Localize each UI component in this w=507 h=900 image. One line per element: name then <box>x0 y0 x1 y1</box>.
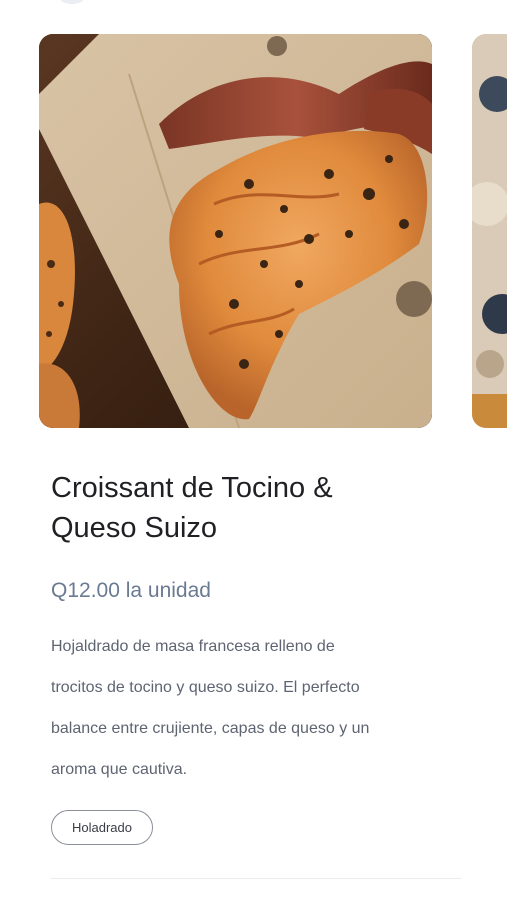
product-image[interactable] <box>39 34 432 428</box>
description-line: aroma que cautiva. <box>51 761 188 778</box>
product-image-carousel[interactable] <box>0 34 507 428</box>
product-page: Croissant de Tocino & Queso Suizo Q12.00… <box>0 0 507 900</box>
product-title: Croissant de Tocino & Queso Suizo <box>51 468 451 548</box>
product-description: Hojaldrado de masa francesa relleno de t… <box>51 626 451 790</box>
description-line: Hojaldrado de masa francesa relleno de <box>51 638 335 655</box>
product-title-line1: Croissant de Tocino & <box>51 472 333 504</box>
croissant-photo <box>39 34 432 428</box>
top-indicator <box>59 0 85 4</box>
product-price: Q12.00 la unidad <box>51 579 211 602</box>
description-line: trocitos de tocino y queso suizo. El per… <box>51 679 360 696</box>
product-title-line2: Queso Suizo <box>51 512 218 544</box>
next-product-image[interactable] <box>472 34 507 428</box>
description-line: balance entre crujiente, capas de queso … <box>51 720 370 737</box>
category-tag[interactable]: Holadrado <box>51 810 153 845</box>
divider <box>51 878 461 879</box>
next-product-photo <box>472 34 507 428</box>
